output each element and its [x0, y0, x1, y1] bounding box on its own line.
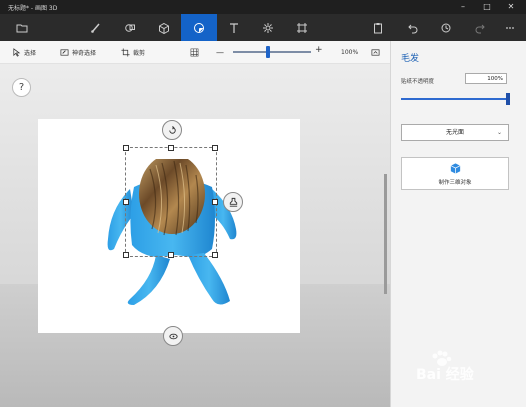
- brush-icon: [91, 23, 100, 33]
- stickers-icon: [194, 22, 204, 33]
- resize-handle[interactable]: [212, 252, 218, 258]
- stickers-button[interactable]: [181, 14, 217, 41]
- finish-dropdown-value: 无光面: [445, 129, 464, 136]
- zoom-in-button[interactable]: +: [315, 45, 323, 55]
- more-button[interactable]: [492, 14, 526, 41]
- more-icon: [506, 26, 514, 29]
- minimize-icon[interactable]: –: [452, 0, 474, 14]
- main-toolbar: [0, 14, 526, 41]
- undo-icon: [408, 24, 418, 33]
- baidu-watermark: Bai 经验: [400, 350, 520, 390]
- help-button[interactable]: ?: [12, 78, 31, 97]
- paste-icon: [374, 22, 382, 33]
- shapes-3d-icon: [159, 22, 169, 34]
- opacity-slider-track[interactable]: [401, 98, 509, 100]
- make-3d-button[interactable]: 制作三维对象: [401, 157, 509, 190]
- effects-icon: [263, 22, 273, 33]
- title-bar: 无标题* - 画图 3D – □ ✕: [0, 0, 526, 14]
- undo-button[interactable]: [395, 14, 431, 41]
- workspace[interactable]: ?: [0, 64, 390, 407]
- zoom-value: 100%: [341, 48, 359, 56]
- text-icon: [230, 22, 238, 33]
- effects-button[interactable]: [250, 14, 286, 41]
- maximize-icon[interactable]: □: [476, 0, 498, 14]
- select-label: 选择: [24, 49, 37, 57]
- zoom-slider-thumb[interactable]: [266, 46, 271, 58]
- crop-button[interactable]: 裁剪: [121, 47, 145, 57]
- selection-box[interactable]: [123, 145, 218, 258]
- resize-handle[interactable]: [123, 199, 129, 205]
- resize-handle[interactable]: [123, 252, 129, 258]
- resize-handle[interactable]: [168, 252, 174, 258]
- redo-icon: [475, 24, 485, 33]
- finish-dropdown[interactable]: 无光面 ⌄: [401, 124, 509, 141]
- resize-handle[interactable]: [212, 199, 218, 205]
- opacity-label: 贴纸不透明度: [401, 79, 435, 85]
- text-button[interactable]: [216, 14, 252, 41]
- close-icon[interactable]: ✕: [500, 0, 522, 14]
- opacity-slider-thumb[interactable]: [506, 93, 510, 105]
- select-button[interactable]: 选择: [12, 47, 36, 57]
- opacity-value-field[interactable]: 100%: [465, 73, 507, 84]
- zoom-slider-track[interactable]: [233, 51, 311, 53]
- stamp-handle[interactable]: [223, 192, 243, 212]
- window-title: 无标题* - 画图 3D: [8, 5, 58, 12]
- grid-icon: [190, 48, 199, 56]
- rotate-view-icon: [168, 333, 178, 339]
- canvas-button[interactable]: [284, 14, 320, 41]
- paste-button[interactable]: [360, 14, 396, 41]
- crop-icon: [121, 47, 130, 57]
- view-3d-icon: [371, 48, 380, 56]
- history-button[interactable]: [428, 14, 464, 41]
- magic-select-label: 神奇选择: [72, 49, 97, 57]
- vertical-scrollbar[interactable]: [384, 174, 387, 294]
- watermark-text: Bai 经验: [416, 367, 474, 383]
- resize-handle[interactable]: [168, 145, 174, 151]
- crop-label: 裁剪: [133, 49, 146, 57]
- grid-toggle-button[interactable]: [190, 47, 199, 57]
- shapes-2d-button[interactable]: [112, 14, 148, 41]
- chevron-down-icon: ⌄: [496, 129, 502, 136]
- selection-toolbar: 选择 神奇选择 裁剪 — + 100%: [0, 41, 390, 64]
- panel-title: 毛发: [401, 54, 420, 64]
- resize-handle[interactable]: [212, 145, 218, 151]
- cursor-icon: [13, 47, 21, 57]
- rotate-y-handle[interactable]: [163, 326, 183, 346]
- magic-select-button[interactable]: 神奇选择: [60, 47, 96, 57]
- history-icon: [441, 23, 451, 32]
- rotate-icon: [168, 125, 176, 134]
- view-3d-button[interactable]: [371, 47, 380, 57]
- resize-handle[interactable]: [123, 145, 129, 151]
- zoom-out-button[interactable]: —: [216, 47, 224, 57]
- shapes-3d-button[interactable]: [146, 14, 182, 41]
- stamp-icon: [229, 197, 237, 207]
- canvas-icon: [297, 22, 307, 33]
- folder-icon: [16, 24, 28, 32]
- shapes-2d-icon: [125, 23, 135, 32]
- make-3d-label: 制作三维对象: [438, 180, 472, 186]
- magic-select-icon: [60, 48, 69, 56]
- cube-icon: [450, 163, 461, 174]
- rotate-x-handle[interactable]: [162, 120, 182, 140]
- menu-button[interactable]: [4, 14, 40, 41]
- brushes-button[interactable]: [78, 14, 114, 41]
